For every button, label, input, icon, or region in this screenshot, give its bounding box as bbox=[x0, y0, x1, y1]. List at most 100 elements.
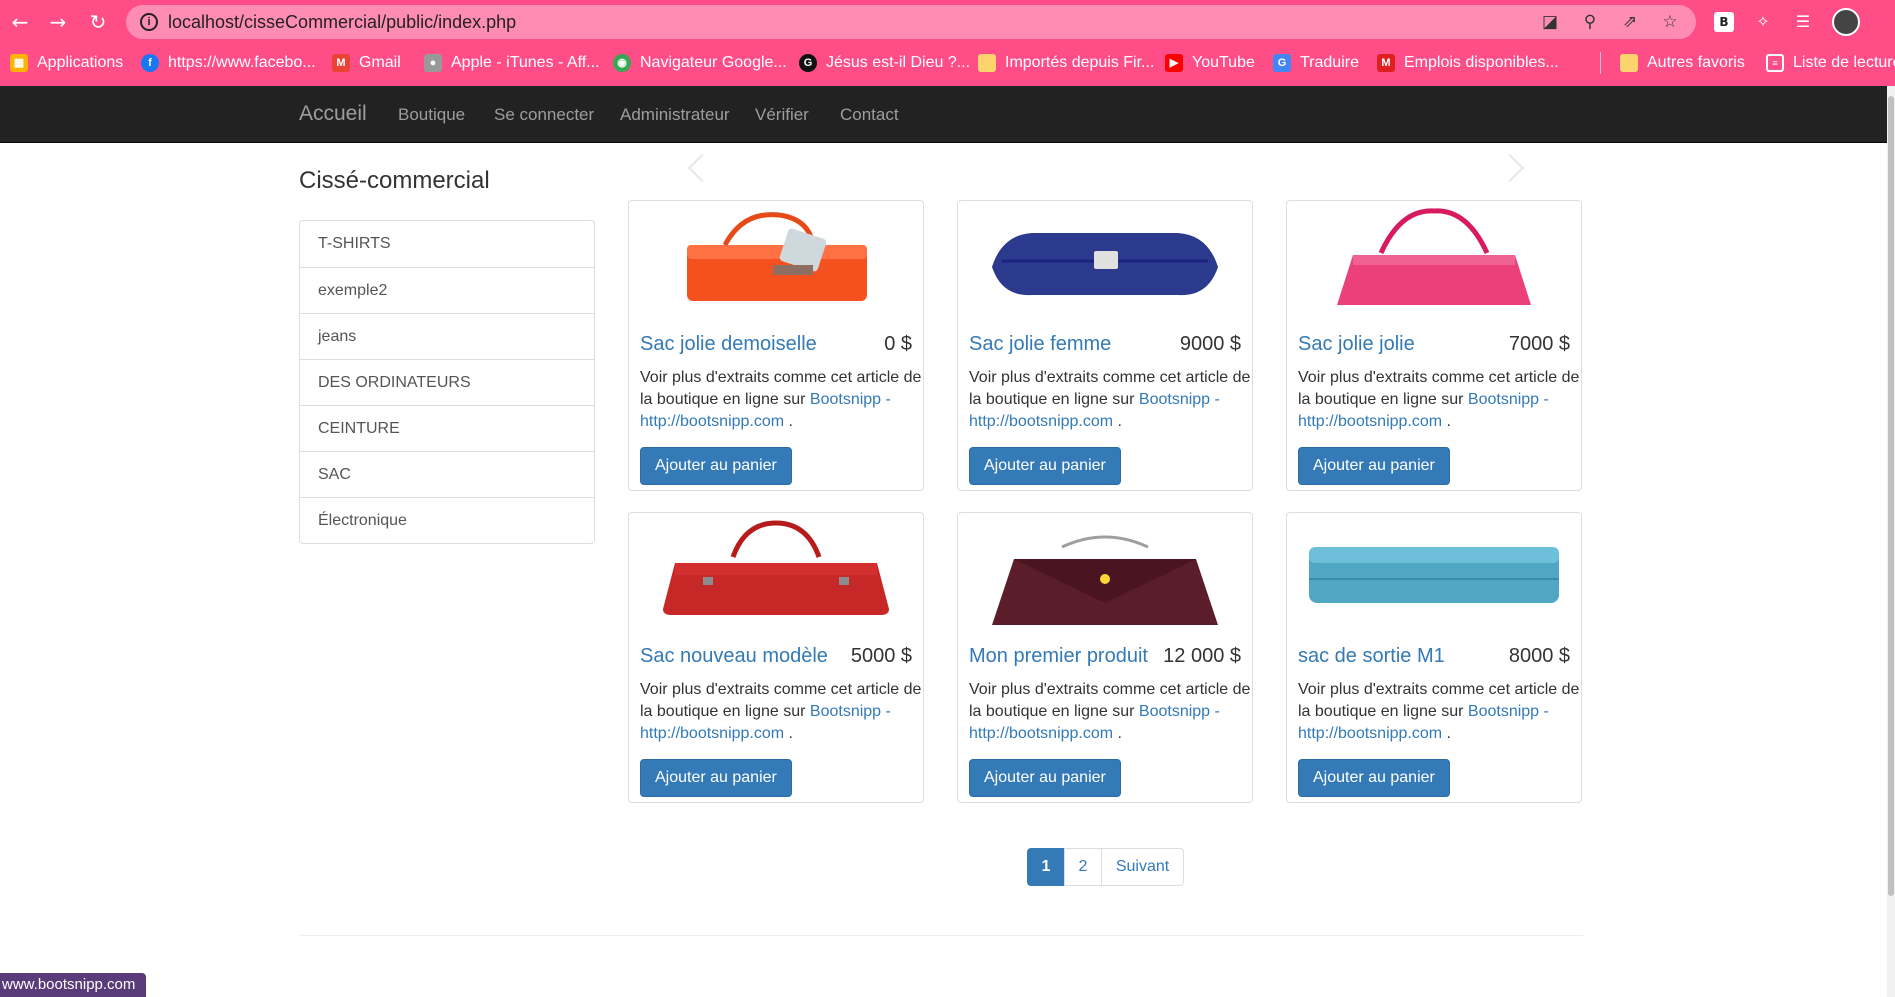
product-card: sac de sortie M1 8000 $ Voir plus d'extr… bbox=[1286, 512, 1582, 803]
browser-toolbar: ← → ↻ i localhost/cisseCommercial/public… bbox=[0, 0, 1895, 44]
product-name[interactable]: Sac jolie femme bbox=[969, 333, 1111, 356]
product-image[interactable] bbox=[1291, 517, 1577, 627]
nav-link-verify[interactable]: Vérifier bbox=[755, 105, 809, 125]
share-icon[interactable]: ⇗ bbox=[1620, 12, 1640, 32]
category-item-computers[interactable]: DES ORDINATEURS bbox=[300, 359, 594, 405]
status-bar-url: www.bootsnipp.com bbox=[0, 973, 147, 997]
product-name[interactable]: Sac jolie jolie bbox=[1298, 333, 1415, 356]
pagination: 1 2 Suivant bbox=[1027, 848, 1184, 886]
back-icon[interactable]: ← bbox=[8, 10, 32, 34]
product-price: 9000 $ bbox=[1179, 333, 1241, 355]
reading-list-icon: ≡ bbox=[1766, 54, 1784, 72]
shop-title: Cissé-commercial bbox=[299, 167, 490, 194]
bookmark-itunes[interactable]: ● Apple - iTunes - Aff... bbox=[424, 53, 600, 73]
product-name[interactable]: Sac nouveau modèle bbox=[640, 645, 828, 668]
bookmark-other-favorites[interactable]: Autres favoris bbox=[1620, 53, 1745, 73]
address-bar[interactable]: i localhost/cisseCommercial/public/index… bbox=[126, 5, 1696, 39]
bookmark-translate[interactable]: G Traduire bbox=[1273, 53, 1359, 73]
bookmark-facebook[interactable]: f https://www.facebo... bbox=[141, 53, 316, 73]
product-description: Voir plus d'extraits comme cet article d… bbox=[640, 369, 922, 430]
product-card: Mon premier produit 12 000 $ Voir plus d… bbox=[957, 512, 1253, 803]
add-to-cart-button[interactable]: Ajouter au panier bbox=[969, 759, 1121, 797]
category-item-jeans[interactable]: jeans bbox=[300, 313, 594, 359]
profile-avatar[interactable] bbox=[1832, 8, 1860, 36]
red-satchel-image bbox=[663, 520, 889, 615]
product-description: Voir plus d'extraits comme cet article d… bbox=[640, 681, 922, 742]
product-name[interactable]: sac de sortie M1 bbox=[1298, 645, 1445, 668]
product-card: Sac jolie jolie 7000 $ Voir plus d'extra… bbox=[1286, 200, 1582, 491]
category-item-ceinture[interactable]: CEINTURE bbox=[300, 405, 594, 451]
teal-clutch-image bbox=[1309, 547, 1559, 603]
product-card: Sac jolie demoiselle 0 $ Voir plus d'ext… bbox=[628, 200, 924, 491]
product-image[interactable] bbox=[633, 205, 919, 315]
bookmark-reading-list[interactable]: ≡ Liste de lecture bbox=[1766, 53, 1895, 73]
bookmark-star-icon[interactable]: ☆ bbox=[1660, 12, 1680, 32]
category-item-tshirts[interactable]: T-SHIRTS bbox=[300, 221, 594, 267]
product-description: Voir plus d'extraits comme cet article d… bbox=[969, 681, 1251, 742]
page-scrollbar[interactable] bbox=[1887, 86, 1895, 997]
add-to-cart-button[interactable]: Ajouter au panier bbox=[1298, 447, 1450, 485]
bookmark-jesus[interactable]: G Jésus est-il Dieu ?... bbox=[799, 53, 970, 73]
page-link-1[interactable]: 1 bbox=[1027, 848, 1065, 886]
product-image[interactable] bbox=[633, 517, 919, 627]
url-text[interactable]: localhost/cisseCommercial/public/index.p… bbox=[168, 12, 516, 33]
product-name[interactable]: Sac jolie demoiselle bbox=[640, 333, 817, 356]
jobs-icon: M bbox=[1377, 54, 1395, 72]
product-price: 7000 $ bbox=[1508, 333, 1570, 355]
facebook-icon: f bbox=[141, 54, 159, 72]
chrome-icon: ◉ bbox=[613, 54, 631, 72]
product-image[interactable] bbox=[962, 517, 1248, 627]
add-to-cart-button[interactable]: Ajouter au panier bbox=[1298, 759, 1450, 797]
page-link-2[interactable]: 2 bbox=[1064, 848, 1102, 886]
product-image[interactable] bbox=[962, 205, 1248, 315]
category-item-exemple2[interactable]: exemple2 bbox=[300, 267, 594, 313]
translate-page-icon[interactable]: ◪ bbox=[1540, 12, 1560, 32]
youtube-icon: ▶ bbox=[1165, 54, 1183, 72]
product-description: Voir plus d'extraits comme cet article d… bbox=[1298, 681, 1580, 742]
next-page-link[interactable]: Suivant bbox=[1101, 848, 1184, 886]
apple-icon: ● bbox=[424, 54, 442, 72]
product-price: 5000 $ bbox=[850, 645, 912, 667]
bookmark-applications[interactable]: ▦ Applications bbox=[10, 53, 123, 73]
bookmark-separator bbox=[1600, 52, 1601, 74]
add-to-cart-button[interactable]: Ajouter au panier bbox=[969, 447, 1121, 485]
bookmark-youtube[interactable]: ▶ YouTube bbox=[1165, 53, 1255, 73]
browser-chrome: ← → ↻ i localhost/cisseCommercial/public… bbox=[0, 0, 1895, 86]
bookmark-jobs[interactable]: M Emplois disponibles... bbox=[1377, 53, 1559, 73]
orange-handbag-image bbox=[687, 212, 867, 301]
nav-link-boutique[interactable]: Boutique bbox=[398, 105, 465, 125]
add-to-cart-button[interactable]: Ajouter au panier bbox=[640, 447, 792, 485]
product-image[interactable] bbox=[1291, 205, 1577, 315]
bookmark-imported[interactable]: Importés depuis Fir... bbox=[978, 53, 1154, 73]
category-list: T-SHIRTS exemple2 jeans DES ORDINATEURS … bbox=[299, 220, 595, 544]
carousel-prev-icon[interactable] bbox=[687, 153, 717, 183]
pink-tote-image bbox=[1337, 208, 1531, 305]
g-icon: G bbox=[799, 54, 817, 72]
translate-icon: G bbox=[1273, 54, 1291, 72]
media-queue-icon[interactable]: ☰ bbox=[1792, 11, 1814, 33]
zoom-icon[interactable]: ⚲ bbox=[1580, 12, 1600, 32]
gmail-icon: M bbox=[332, 54, 350, 72]
bookmark-chrome[interactable]: ◉ Navigateur Google... bbox=[613, 53, 787, 73]
nav-link-login[interactable]: Se connecter bbox=[494, 105, 594, 125]
add-to-cart-button[interactable]: Ajouter au panier bbox=[640, 759, 792, 797]
product-price: 12 000 $ bbox=[1163, 645, 1241, 667]
carousel-next-icon[interactable] bbox=[1495, 153, 1525, 183]
nav-link-admin[interactable]: Administrateur bbox=[620, 105, 730, 125]
category-item-electronique[interactable]: Électronique bbox=[300, 497, 594, 543]
bookmark-gmail[interactable]: M Gmail bbox=[332, 53, 401, 73]
site-navbar: Accueil Boutique Se connecter Administra… bbox=[0, 86, 1887, 143]
product-name[interactable]: Mon premier produit bbox=[969, 645, 1148, 668]
product-description: Voir plus d'extraits comme cet article d… bbox=[1298, 369, 1580, 430]
forward-icon[interactable]: → bbox=[46, 10, 70, 34]
apps-grid-icon: ▦ bbox=[10, 54, 28, 72]
navy-clutch-image bbox=[992, 233, 1218, 296]
site-info-icon[interactable]: i bbox=[140, 13, 158, 31]
category-item-sac[interactable]: SAC bbox=[300, 451, 594, 497]
extensions-puzzle-icon[interactable]: ✧ bbox=[1752, 11, 1774, 33]
navbar-brand[interactable]: Accueil bbox=[299, 102, 367, 126]
scrollbar-thumb[interactable] bbox=[1888, 96, 1894, 896]
reload-icon[interactable]: ↻ bbox=[86, 10, 110, 34]
extension-b-icon[interactable]: B bbox=[1714, 12, 1734, 32]
nav-link-contact[interactable]: Contact bbox=[840, 105, 899, 125]
